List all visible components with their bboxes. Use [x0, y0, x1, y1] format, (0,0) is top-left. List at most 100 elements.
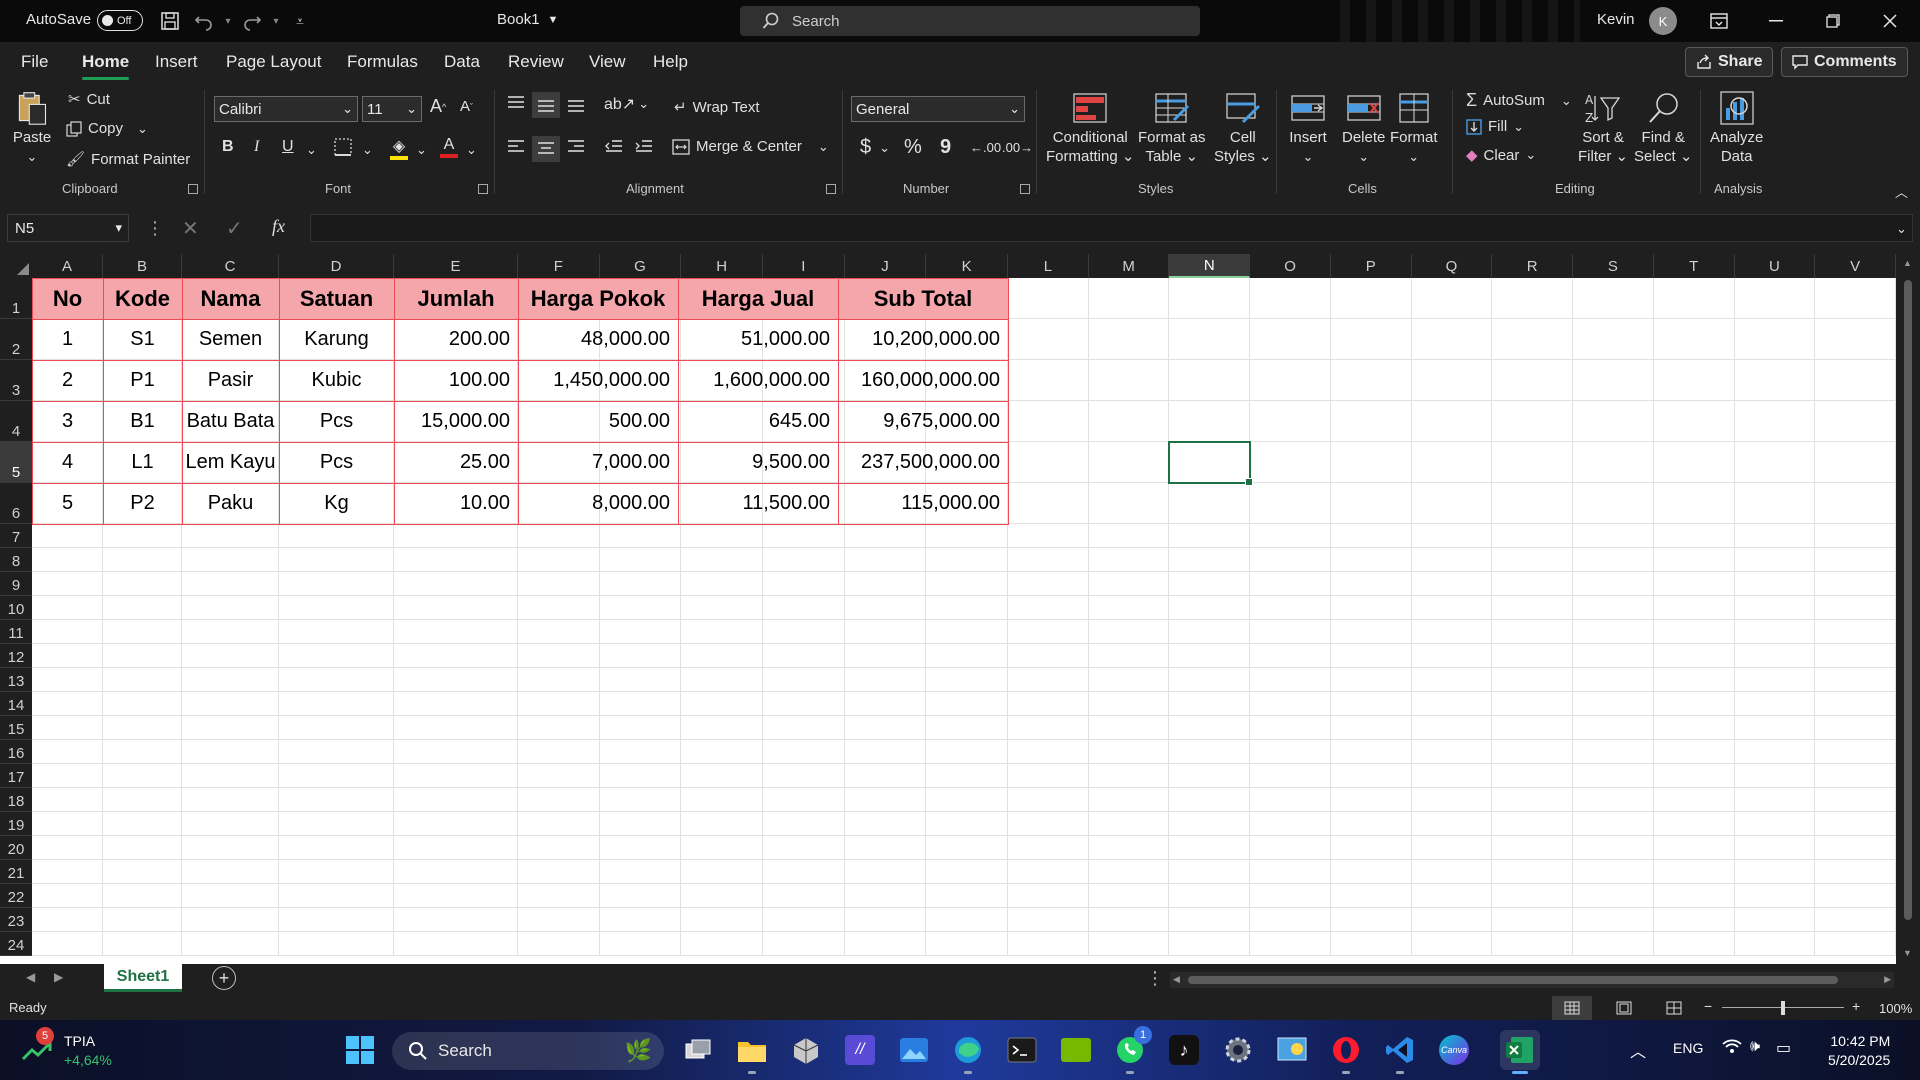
- align-left-icon[interactable]: [506, 138, 526, 156]
- normal-view-icon[interactable]: [1552, 996, 1592, 1020]
- more-options-icon[interactable]: ⋮: [146, 218, 164, 239]
- whatsapp-icon[interactable]: 1: [1110, 1026, 1152, 1074]
- table-cell[interactable]: 237,500,000.00: [838, 442, 1008, 483]
- table-cell[interactable]: 25.00: [394, 442, 518, 483]
- font-launcher-icon[interactable]: [478, 184, 488, 194]
- column-header-u[interactable]: U: [1734, 254, 1816, 278]
- app-icon[interactable]: //: [840, 1030, 880, 1070]
- table-cell[interactable]: 1,600,000.00: [678, 360, 838, 401]
- column-header-l[interactable]: L: [1008, 254, 1089, 278]
- row-header-22[interactable]: 22: [0, 884, 32, 908]
- zoom-level[interactable]: 100%: [1879, 1001, 1912, 1016]
- italic-button[interactable]: I: [254, 138, 259, 156]
- autosave-toggle[interactable]: Off: [97, 10, 143, 31]
- table-cell[interactable]: 1: [32, 319, 103, 360]
- volume-icon[interactable]: 🕪: [1750, 1038, 1760, 1056]
- table-cell[interactable]: 51,000.00: [678, 319, 838, 360]
- terminal-icon[interactable]: [1002, 1030, 1042, 1070]
- redo-dropdown-icon[interactable]: ▾: [264, 9, 288, 33]
- row-header-5[interactable]: 5: [0, 442, 32, 483]
- chevron-down-icon[interactable]: ⌄: [362, 142, 373, 158]
- undo-dropdown-icon[interactable]: ▾: [216, 9, 240, 33]
- row-header-7[interactable]: 7: [0, 524, 32, 548]
- number-format-select[interactable]: General ⌄: [851, 96, 1025, 122]
- decrease-indent-icon[interactable]: [604, 138, 624, 156]
- table-cell[interactable]: Kg: [279, 483, 394, 524]
- table-cell[interactable]: Pcs: [279, 442, 394, 483]
- nvidia-icon[interactable]: [1056, 1030, 1096, 1070]
- zoom-slider-thumb[interactable]: [1781, 1001, 1785, 1015]
- table-cell[interactable]: 15,000.00: [394, 401, 518, 442]
- scroll-left-icon[interactable]: ◀: [1173, 974, 1180, 985]
- table-cell[interactable]: P2: [103, 483, 182, 524]
- paste-button[interactable]: Paste ⌄: [12, 90, 52, 166]
- minimize-button[interactable]: [1748, 0, 1804, 42]
- row-header-13[interactable]: 13: [0, 668, 32, 692]
- copy-button[interactable]: Copy ⌄: [66, 120, 148, 137]
- row-header-24[interactable]: 24: [0, 932, 32, 956]
- table-cell[interactable]: 200.00: [394, 319, 518, 360]
- align-bottom-icon[interactable]: [566, 94, 586, 112]
- row-header-6[interactable]: 6: [0, 483, 32, 524]
- next-sheet-icon[interactable]: ▶: [54, 970, 63, 984]
- align-top-icon[interactable]: [506, 94, 526, 112]
- vscode-icon[interactable]: [1380, 1030, 1420, 1074]
- taskbar-search[interactable]: Search 🌿: [392, 1032, 664, 1070]
- format-painter-button[interactable]: 🖌 Format Painter: [66, 150, 190, 169]
- avatar[interactable]: K: [1649, 7, 1677, 35]
- row-header-20[interactable]: 20: [0, 836, 32, 860]
- zoom-in-icon[interactable]: +: [1852, 998, 1860, 1014]
- prev-sheet-icon[interactable]: ◀: [26, 970, 35, 984]
- tab-home[interactable]: Home: [82, 52, 130, 80]
- name-box[interactable]: N5 ▾: [7, 214, 129, 242]
- table-cell[interactable]: 8,000.00: [518, 483, 678, 524]
- table-cell[interactable]: Paku: [182, 483, 279, 524]
- tab-help[interactable]: Help: [653, 52, 688, 72]
- column-header-e[interactable]: E: [394, 254, 518, 278]
- alignment-launcher-icon[interactable]: [826, 184, 836, 194]
- table-cell[interactable]: Pcs: [279, 401, 394, 442]
- add-sheet-icon[interactable]: +: [212, 966, 236, 990]
- control-panel-icon[interactable]: [1272, 1030, 1312, 1070]
- sheet-tab-sheet1[interactable]: Sheet1: [104, 964, 182, 992]
- column-header-c[interactable]: C: [182, 254, 279, 278]
- row-header-18[interactable]: 18: [0, 788, 32, 812]
- customize-toolbar-icon[interactable]: ⩡: [288, 9, 312, 33]
- sort-filter-button[interactable]: AZ Sort & Filter ⌄: [1578, 90, 1628, 166]
- language-indicator[interactable]: ENG: [1673, 1040, 1703, 1056]
- table-cell[interactable]: 3: [32, 401, 103, 442]
- page-break-view-icon[interactable]: [1654, 996, 1694, 1020]
- chevron-down-icon[interactable]: ⌄: [416, 142, 427, 158]
- table-cell[interactable]: Lem Kayu: [182, 442, 279, 483]
- column-header-i[interactable]: I: [763, 254, 845, 278]
- row-header-9[interactable]: 9: [0, 572, 32, 596]
- table-cell[interactable]: 115,000.00: [838, 483, 1008, 524]
- table-cell[interactable]: Batu Bata: [182, 401, 279, 442]
- column-header-p[interactable]: P: [1330, 254, 1412, 278]
- row-header-4[interactable]: 4: [0, 401, 32, 442]
- increase-indent-icon[interactable]: [634, 138, 654, 156]
- table-header-cell[interactable]: Jumlah: [394, 278, 518, 319]
- row-header-15[interactable]: 15: [0, 716, 32, 740]
- table-header-cell[interactable]: Sub Total: [838, 278, 1008, 319]
- column-header-v[interactable]: V: [1815, 254, 1896, 278]
- table-cell[interactable]: 500.00: [518, 401, 678, 442]
- column-header-r[interactable]: R: [1492, 254, 1574, 278]
- insert-cells-button[interactable]: Insert ⌄: [1288, 90, 1328, 166]
- file-explorer-icon[interactable]: [732, 1030, 772, 1074]
- chevron-down-icon[interactable]: ⌄: [306, 142, 317, 158]
- opera-icon[interactable]: [1326, 1030, 1366, 1074]
- tab-insert[interactable]: Insert: [155, 52, 198, 72]
- table-cell[interactable]: Karung: [279, 319, 394, 360]
- page-layout-view-icon[interactable]: [1604, 996, 1644, 1020]
- tab-formulas[interactable]: Formulas: [347, 52, 418, 72]
- column-header-o[interactable]: O: [1250, 254, 1331, 278]
- column-header-b[interactable]: B: [103, 254, 182, 278]
- table-cell[interactable]: 645.00: [678, 401, 838, 442]
- tab-view[interactable]: View: [589, 52, 626, 72]
- chevron-down-icon[interactable]: ⌄: [466, 142, 477, 158]
- undo-icon[interactable]: [192, 9, 216, 33]
- row-header-1[interactable]: 1: [0, 278, 32, 319]
- table-cell[interactable]: L1: [103, 442, 182, 483]
- increase-decimal-icon[interactable]: ←.00: [970, 140, 1001, 155]
